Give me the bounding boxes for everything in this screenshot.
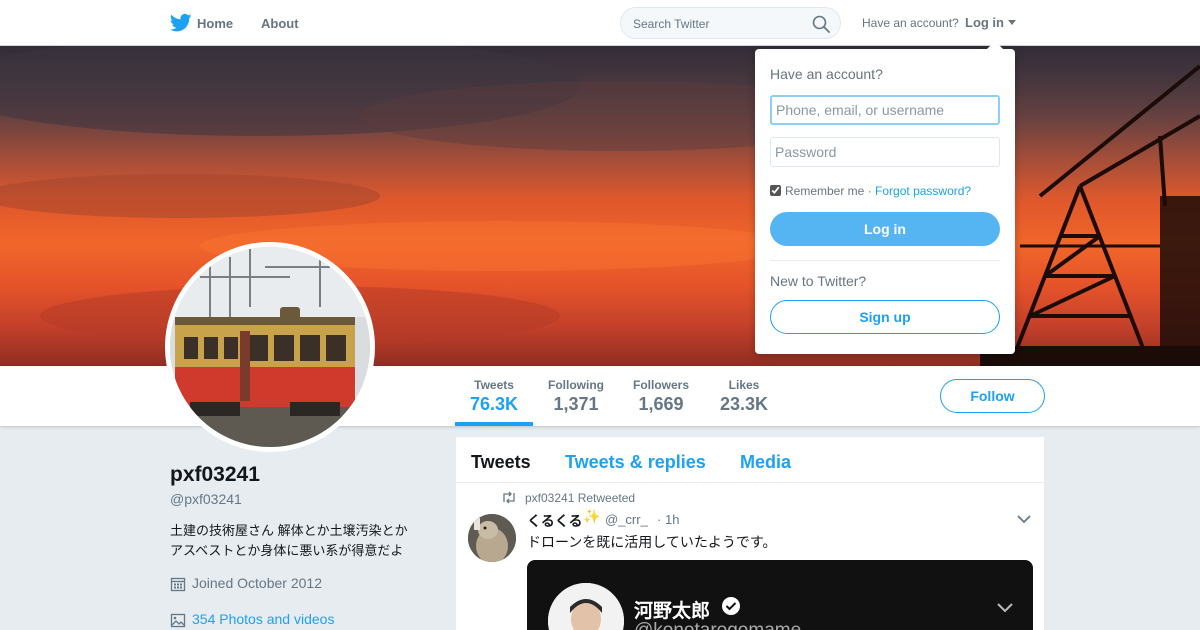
stat-followers[interactable]: Followers 1,669 — [633, 378, 689, 415]
otter-image — [468, 514, 516, 562]
bio-line: 土建の技術屋さん 解体とか土壌汚染とか — [170, 523, 408, 538]
bio-line: アスベストとか身体に悪い系が得意だよ — [170, 543, 404, 558]
search-input[interactable] — [633, 15, 803, 33]
stat-label: Followers — [633, 378, 690, 392]
new-to-twitter-text: New to Twitter? — [770, 273, 867, 289]
login-dropdown: Have an account? Remember me · Forgot pa… — [755, 49, 1015, 354]
divider — [770, 260, 1000, 261]
separator-dot: · — [657, 512, 662, 527]
search-box — [620, 7, 841, 39]
stat-label: Following — [548, 378, 604, 392]
signup-button[interactable]: Sign up — [770, 300, 1000, 334]
photos-text[interactable]: 354 Photos and videos — [192, 611, 334, 627]
stat-value: 1,371 — [553, 394, 599, 414]
caret-down-icon[interactable] — [1008, 20, 1016, 25]
chevron-down-icon — [997, 603, 1013, 613]
calendar-icon — [170, 577, 186, 592]
stat-likes[interactable]: Likes 23.3K — [720, 378, 768, 415]
stat-tweets[interactable]: Tweets 76.3K — [470, 378, 518, 415]
avatar-train-image — [170, 247, 370, 447]
login-dropdown-title: Have an account? — [770, 66, 883, 82]
profile-name: pxf03241 — [170, 463, 260, 486]
tab-tweets-and-replies[interactable]: Tweets & replies — [565, 452, 706, 473]
profile-avatar[interactable] — [165, 242, 375, 452]
stat-value: 1,669 — [638, 394, 684, 414]
stat-label: Tweets — [474, 378, 514, 392]
remember-me-label: Remember me — [785, 184, 865, 198]
portrait-image — [548, 583, 624, 630]
joined-text: Joined October 2012 — [192, 575, 322, 591]
profile-handle: @pxf03241 — [170, 491, 242, 507]
login-dropdown-toggle[interactable]: Log in — [965, 15, 1004, 30]
remember-me-row: Remember me · Forgot password? — [770, 184, 971, 198]
nav-home-link[interactable]: Home — [197, 16, 233, 31]
stat-value: 76.3K — [470, 394, 519, 414]
tweet-author-handle[interactable]: @_crr_ — [605, 512, 648, 527]
have-account-text: Have an account? — [862, 16, 959, 30]
stat-label: Likes — [728, 378, 760, 392]
tab-tweets[interactable]: Tweets — [471, 452, 531, 473]
embed-author-name: 河野太郎 — [634, 601, 711, 622]
separator-dot: · — [867, 184, 872, 198]
dropdown-caret — [986, 41, 1004, 50]
nav-about-link[interactable]: About — [261, 16, 299, 31]
stat-following[interactable]: Following 1,371 — [548, 378, 604, 415]
password-input[interactable] — [770, 137, 1000, 167]
verified-badge-icon — [722, 597, 740, 615]
login-button[interactable]: Log in — [770, 212, 1000, 246]
twitter-bird-icon[interactable] — [170, 13, 192, 33]
timeline-tabs: Tweets Tweets & replies Media — [456, 437, 1044, 483]
tweet-author-avatar[interactable] — [468, 514, 516, 562]
stat-value: 23.3K — [720, 394, 769, 414]
tweet-author-name[interactable]: くるくる — [527, 511, 582, 531]
username-input[interactable] — [770, 95, 1000, 125]
sparkle-icon: ✨ — [583, 508, 601, 524]
photo-icon — [170, 613, 186, 628]
profile-bio: 土建の技術屋さん 解体とか土壌汚染とか アスベストとか身体に悪い系が得意だよ — [170, 521, 440, 561]
embed-author-handle: @konotarogomame — [634, 620, 801, 630]
retweet-context[interactable]: pxf03241 Retweeted — [525, 491, 635, 505]
tweet-text: ドローンを既に活用していたようです。 — [527, 534, 777, 550]
retweet-icon — [503, 491, 515, 504]
top-navigation: Home About Have an account? Log in — [0, 0, 1200, 46]
chevron-down-icon[interactable] — [1017, 515, 1031, 524]
follow-button[interactable]: Follow — [940, 379, 1045, 413]
forgot-password-link[interactable]: Forgot password? — [875, 184, 971, 198]
active-tab-indicator — [455, 422, 533, 426]
tab-media[interactable]: Media — [740, 452, 791, 473]
search-icon[interactable] — [812, 15, 830, 33]
embed-avatar — [548, 583, 624, 630]
remember-me-checkbox[interactable] — [770, 185, 781, 196]
timeline: Tweets Tweets & replies Media pxf03241 R… — [456, 437, 1044, 630]
tweet-media-embed[interactable]: 河野太郎 @konotarogomame — [527, 560, 1033, 630]
tweet-timestamp[interactable]: 1h — [665, 512, 679, 527]
